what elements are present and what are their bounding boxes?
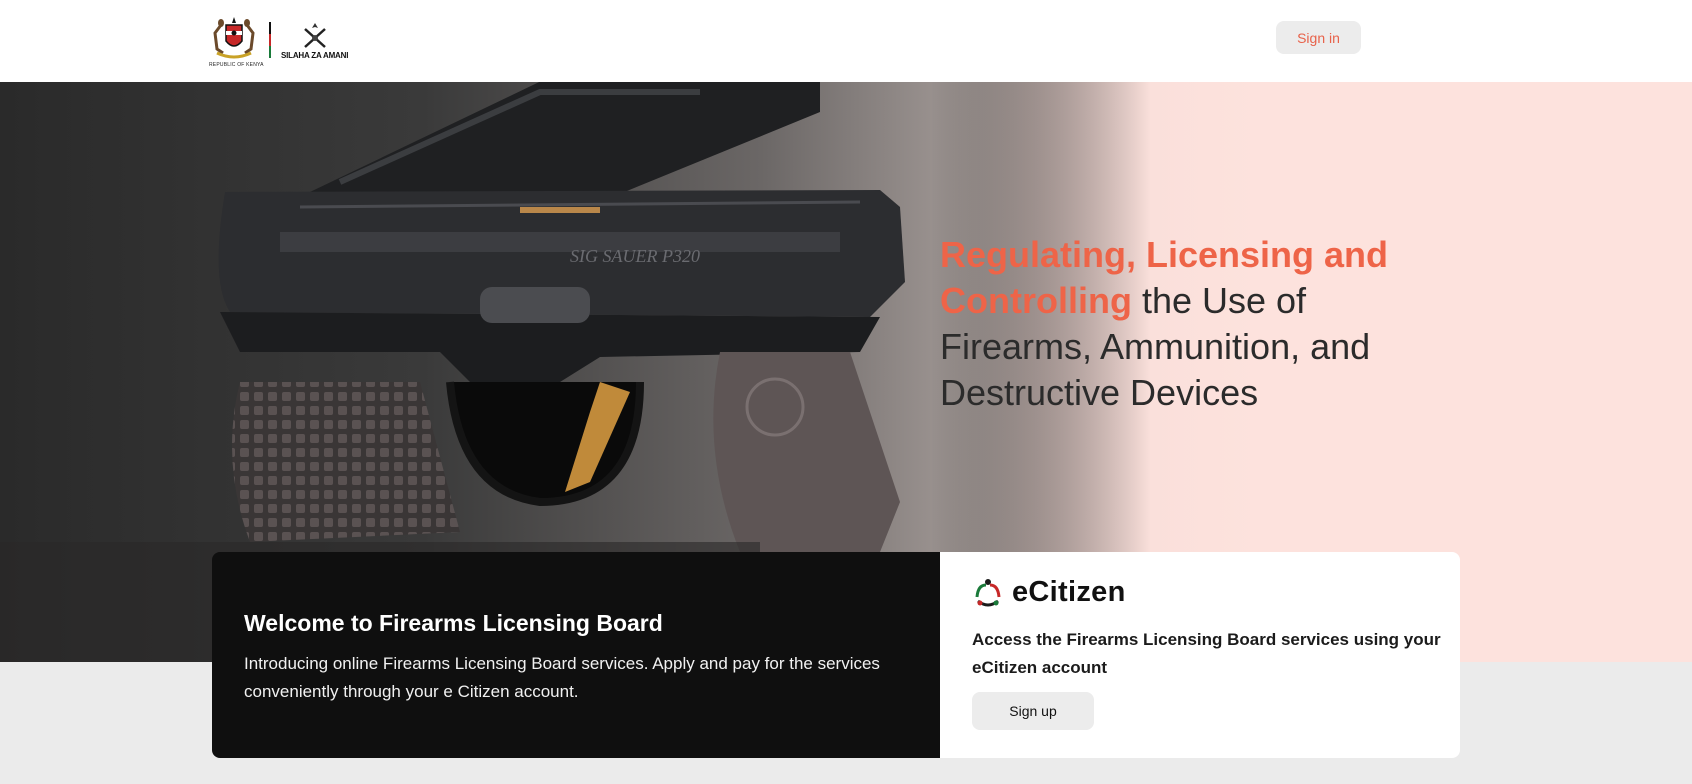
ecitizen-brand: eCitizen [972,576,1126,609]
welcome-title: Welcome to Firearms Licensing Board [244,610,663,636]
welcome-card: Welcome to Firearms Licensing Board Intr… [212,552,940,758]
silaha-caption: SILAHA ZA AMANI [281,50,349,60]
crossed-arms-icon [303,22,326,48]
sign-up-button[interactable]: Sign up [972,692,1094,730]
kenya-coat-of-arms-icon: REPUBLIC OF KENYA [209,15,264,68]
ecitizen-brand-text: eCitizen [1012,576,1126,608]
sign-in-button[interactable]: Sign in [1276,21,1361,54]
welcome-description: Introducing online Firearms Licensing Bo… [244,654,880,701]
logo-divider [269,22,271,58]
silaha-logo: SILAHA ZA AMANI [281,21,348,60]
ecitizen-card: eCitizen Access the Firearms Licensing B… [940,552,1460,758]
hero-headline: Regulating, Licensing and Controlling th… [940,232,1400,416]
top-header: REPUBLIC OF KENYA SILAHA ZA AMANI Sign i… [0,0,1692,83]
brand-logos[interactable]: REPUBLIC OF KENYA SILAHA ZA AMANI [209,14,348,68]
ecitizen-logo-icon [975,578,1001,606]
ecitizen-description: Access the Firearms Licensing Board serv… [972,630,1441,677]
coat-caption: REPUBLIC OF KENYA [209,62,264,68]
